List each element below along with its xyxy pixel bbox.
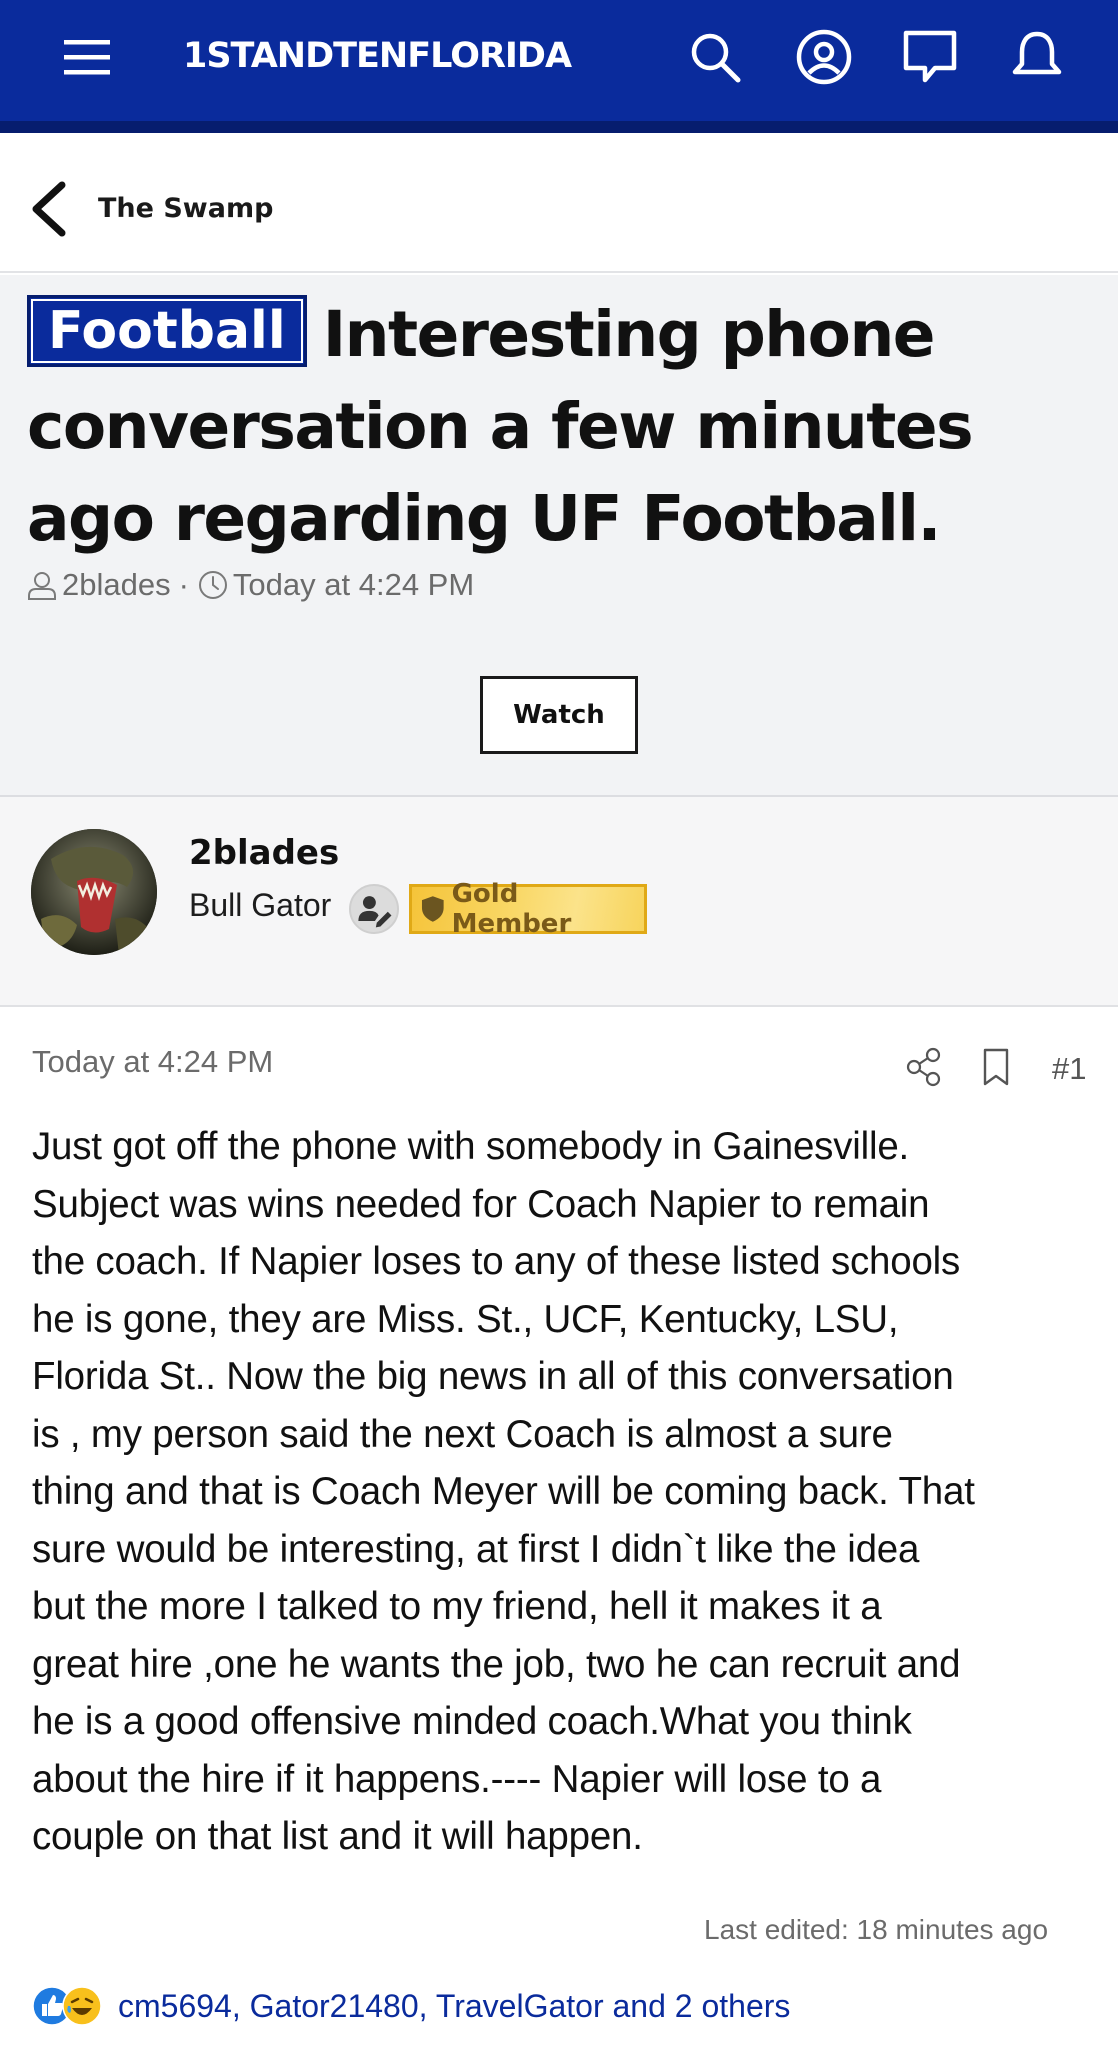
badge-label: Gold Member [451,879,572,939]
post-author-title: Bull Gator [189,887,332,923]
post-body-line: about the hire if it happens.---- Napier… [32,1757,882,1801]
thread-prefix-tag[interactable]: Football [27,295,307,367]
post-body-line: great hire ,one he wants the job, two he… [32,1642,961,1686]
thread-title: Football Interesting phone conversation a… [27,289,1097,565]
gold-member-badge: Gold Member [409,879,647,939]
post-body-line: is , my person said the next Coach is al… [32,1412,893,1456]
post-body-line: he is gone, they are Miss. St., UCF, Ken… [32,1297,899,1341]
back-chevron-icon[interactable] [28,181,72,237]
top-nav-bar: 1STANDTENFLORIDA [0,0,1118,133]
post-author-name[interactable]: 2blades [189,833,339,873]
breadcrumb-forum-link[interactable]: The Swamp [98,189,273,229]
share-icon[interactable] [904,1046,944,1088]
inbox-icon[interactable] [901,28,959,86]
alerts-icon[interactable] [1008,28,1066,86]
post-body-line: but the more I talked to my friend, hell… [32,1585,882,1628]
post-body-line: couple on that list and it will happen. [32,1815,643,1858]
post-body-line: sure would be interesting, at first I di… [32,1527,920,1571]
user-icon [28,572,56,600]
post-date[interactable]: Today at 4:24 PM [32,1042,273,1082]
reactions-bar: cm5694, Gator21480, TravelGator and 2 ot… [32,1984,790,2028]
post-body-line: the coach. If Napier loses to any of the… [32,1240,961,1283]
account-icon[interactable] [795,28,853,86]
shield-icon [421,896,444,922]
post-body: Just got off the phone with somebody in … [32,1118,1096,1866]
menu-icon[interactable] [58,28,116,86]
search-icon[interactable] [686,28,744,86]
site-brand-logo[interactable]: 1STANDTENFLORIDA [183,32,572,80]
reaction-icons[interactable] [32,1984,112,2028]
member-icon [349,884,399,934]
post-body-line: thing and that is Coach Meyer will be co… [32,1470,975,1513]
bookmark-icon[interactable] [976,1046,1016,1088]
post-body-line: Florida St.. Now the big news in all of … [32,1355,954,1398]
reaction-users-link[interactable]: cm5694, Gator21480, TravelGator and 2 ot… [118,1988,790,2025]
thread-author-link[interactable]: 2blades [62,567,171,603]
thread-date[interactable]: Today at 4:24 PM [233,567,474,603]
breadcrumb: The Swamp [0,145,1118,273]
thread-header: Football Interesting phone conversation a… [0,275,1118,797]
post-body-line: Just got off the phone with somebody in … [32,1125,910,1168]
meta-separator: · [178,567,189,602]
laugh-icon [62,1986,102,2026]
avatar[interactable] [31,829,157,955]
avatar-image [31,829,157,955]
watch-button[interactable]: Watch [480,676,638,754]
clock-icon [198,571,227,599]
post-author-block: 2blades Bull Gator Gold Member [0,797,1118,1007]
post-body-line: he is a good offensive minded coach.What… [32,1700,912,1743]
thread-meta: 2blades · Today at 4:24 PM [26,565,474,605]
post-body-line: Subject was wins needed for Coach Napier… [32,1182,930,1226]
post-number-link[interactable]: #1 [1052,1049,1086,1089]
last-edited-note: Last edited: 18 minutes ago [704,1914,1049,1945]
